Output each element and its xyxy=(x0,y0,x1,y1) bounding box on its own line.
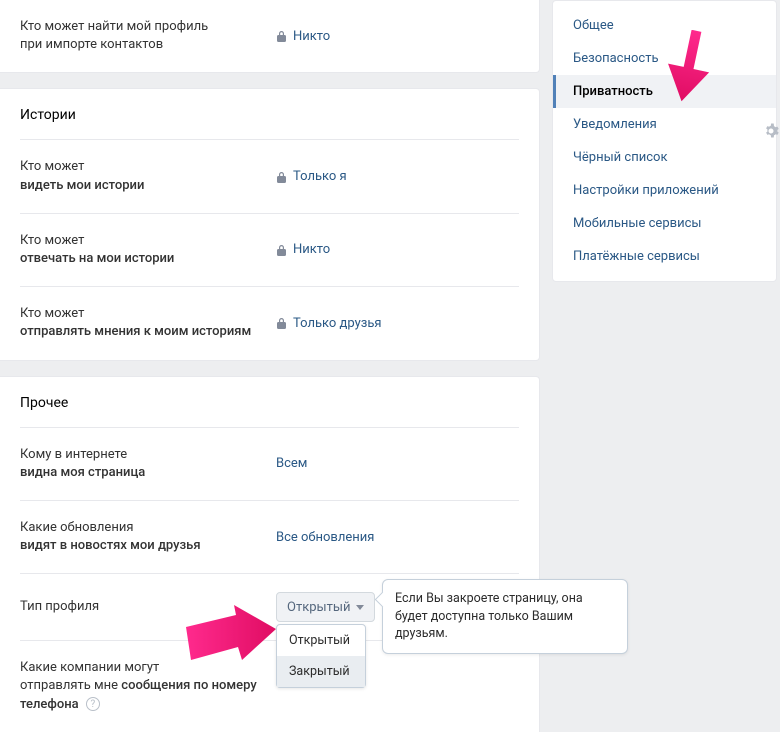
setting-label: Какие компании могут отправлять мне сооб… xyxy=(20,659,276,714)
setting-row: Кто может видеть мои истории Только я xyxy=(20,139,519,212)
setting-label: Кому в интернете видна моя страница xyxy=(20,446,276,482)
label-line: Кто может xyxy=(20,232,276,250)
sidebar-item-apps[interactable]: Настройки приложений xyxy=(553,174,776,207)
label-line: Кто может xyxy=(20,158,276,176)
annotation-arrow-icon xyxy=(664,30,714,102)
gear-icon[interactable] xyxy=(763,123,779,143)
setting-row: Кому в интернете видна моя страница Всем xyxy=(20,427,519,500)
sidebar-item-payments[interactable]: Платёжные сервисы xyxy=(553,240,776,273)
value-text: Никто xyxy=(293,242,330,257)
dropdown-option-open[interactable]: Открытый xyxy=(277,625,365,656)
label-line: Какие обновления xyxy=(20,519,276,537)
setting-value[interactable]: Всем xyxy=(276,456,307,471)
setting-label: Кто может отвечать на мои истории xyxy=(20,232,276,268)
setting-row: Кто может найти мой профиль при импорте … xyxy=(20,0,519,72)
label-line: отправлять мнения к моим историям xyxy=(20,323,276,341)
setting-value[interactable]: Только я xyxy=(276,169,347,184)
setting-row: Какие обновления видят в новостях мои др… xyxy=(20,500,519,573)
help-icon[interactable]: ? xyxy=(86,697,100,711)
label-line: видят в новостях мои друзья xyxy=(20,537,276,555)
dropdown-option-closed[interactable]: Закрытый xyxy=(277,656,365,687)
lock-icon xyxy=(276,171,287,183)
chevron-down-icon xyxy=(356,605,364,610)
label-line: видеть мои истории xyxy=(20,177,276,195)
sidebar-item-notifications[interactable]: Уведомления xyxy=(553,108,776,141)
label-line: отвечать на мои истории xyxy=(20,250,276,268)
setting-value[interactable]: Никто xyxy=(276,242,330,257)
profile-type-select: Открытый Открытый Закрытый xyxy=(276,592,375,622)
setting-label: Какие обновления видят в новостях мои др… xyxy=(20,519,276,555)
settings-block-stories: Истории Кто может видеть мои истории Тол… xyxy=(0,88,540,360)
settings-block-other: Прочее Кому в интернете видна моя страни… xyxy=(0,376,540,732)
value-text: Только друзья xyxy=(293,316,382,331)
value-text: Только я xyxy=(293,169,347,184)
value-text: Все обновления xyxy=(276,530,374,545)
setting-row: Кто может отправлять мнения к моим истор… xyxy=(20,286,519,359)
label-line: Кто может xyxy=(20,305,276,323)
label-line: при импорте контактов xyxy=(20,36,276,54)
setting-value[interactable]: Никто xyxy=(276,29,330,44)
section-header: Истории xyxy=(0,89,539,139)
profile-type-tooltip: Если Вы закроете страницу, она будет дос… xyxy=(382,579,628,654)
lock-icon xyxy=(276,244,287,256)
label-line: Кому в интернете xyxy=(20,446,276,464)
select-current-value: Открытый xyxy=(287,600,350,615)
setting-label: Кто может найти мой профиль при импорте … xyxy=(20,18,276,54)
label-line: видна моя страница xyxy=(20,464,276,482)
setting-row: Кто может отвечать на мои истории Никто xyxy=(20,213,519,286)
setting-value[interactable]: Все обновления xyxy=(276,530,374,545)
annotation-arrow-icon xyxy=(186,605,276,667)
sidebar-item-blacklist[interactable]: Чёрный список xyxy=(553,141,776,174)
value-text: Никто xyxy=(293,29,330,44)
select-button[interactable]: Открытый xyxy=(276,592,375,622)
section-header: Прочее xyxy=(0,377,539,427)
profile-type-dropdown: Открытый Закрытый xyxy=(276,624,366,688)
lock-icon xyxy=(276,317,287,329)
setting-value[interactable]: Только друзья xyxy=(276,316,382,331)
sidebar-item-mobile[interactable]: Мобильные сервисы xyxy=(553,207,776,240)
label-line: Кто может найти мой профиль xyxy=(20,18,276,36)
settings-block-top: Кто может найти мой профиль при импорте … xyxy=(0,0,540,73)
label-part: отправлять мне xyxy=(20,678,121,693)
value-text: Всем xyxy=(276,456,307,471)
setting-label: Кто может отправлять мнения к моим истор… xyxy=(20,305,276,341)
label-line: отправлять мне сообщения по номеру телеф… xyxy=(20,677,276,713)
lock-icon xyxy=(276,30,287,42)
setting-label: Кто может видеть мои истории xyxy=(20,158,276,194)
